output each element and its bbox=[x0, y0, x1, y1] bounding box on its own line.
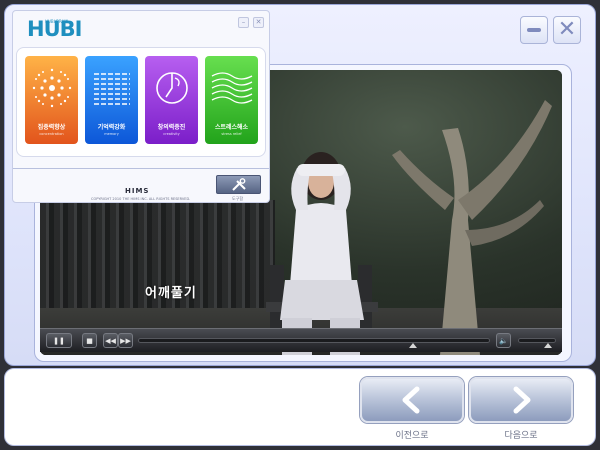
close-icon: ✕ bbox=[557, 17, 577, 42]
tile-creativity[interactable]: 창의력증진 creativity bbox=[145, 56, 198, 144]
speaker-icon: 🔈 bbox=[499, 336, 508, 345]
progress-bar[interactable] bbox=[138, 338, 490, 343]
tile-label: 스트레스해소 bbox=[214, 124, 249, 131]
toolbox-label: 도구함 bbox=[232, 196, 244, 201]
hims-brand: HIMS bbox=[125, 187, 150, 195]
tile-label: 집중력향상 bbox=[37, 124, 66, 131]
tile-label: 창의력증진 bbox=[157, 124, 186, 131]
close-button[interactable]: ✕ bbox=[553, 16, 581, 44]
panel-divider bbox=[13, 168, 269, 169]
volume-button[interactable]: 🔈 bbox=[496, 333, 511, 348]
next-button[interactable] bbox=[469, 377, 573, 423]
rewind-icon: ◀◀ bbox=[105, 336, 116, 345]
tile-sublabel: creativity bbox=[163, 132, 180, 136]
tile-stress-relief[interactable]: 스트레스해소 stress relief bbox=[205, 56, 258, 144]
fast-forward-button[interactable]: ▶▶ bbox=[118, 333, 133, 348]
chevron-left-icon bbox=[402, 386, 420, 414]
panel-close-button[interactable]: ✕ bbox=[253, 17, 264, 28]
tile-sublabel: stress relief bbox=[221, 132, 242, 136]
previous-button[interactable] bbox=[360, 377, 464, 423]
stop-icon: ■ bbox=[86, 336, 93, 345]
logo-subtext: HUBI BRAIN bbox=[45, 19, 69, 24]
waves-icon bbox=[211, 72, 252, 104]
tile-sublabel: concentration bbox=[39, 132, 64, 136]
previous-label: 이전으로 bbox=[395, 431, 429, 441]
clock-face-icon bbox=[155, 72, 188, 104]
hubi-menu-panel: HUBI HUBI BRAIN – ✕ 집중력향상 concentration … bbox=[12, 10, 270, 203]
stop-button[interactable]: ■ bbox=[82, 333, 97, 348]
progress-thumb[interactable] bbox=[408, 343, 417, 348]
fast-forward-icon: ▶▶ bbox=[120, 336, 131, 345]
pause-icon: ❚❚ bbox=[53, 336, 65, 345]
volume-thumb[interactable] bbox=[544, 343, 553, 348]
minimize-icon: – bbox=[241, 18, 246, 26]
sunburst-icon bbox=[32, 68, 71, 108]
toolbox-button[interactable] bbox=[216, 175, 261, 194]
program-tiles: 집중력향상 concentration 기억력강화 memory 창의력증진 c… bbox=[16, 47, 266, 157]
tile-label: 기억력강화 bbox=[97, 124, 126, 131]
copyright-text: COPYRIGHT 2010 THE HIMS INC. ALL RIGHTS … bbox=[91, 197, 191, 201]
chevron-right-icon bbox=[513, 386, 531, 414]
close-icon: ✕ bbox=[255, 18, 262, 26]
video-subtitle: 어깨풀기 bbox=[145, 286, 197, 301]
tile-concentration[interactable]: 집중력향상 concentration bbox=[25, 56, 78, 144]
next-label: 다음으로 bbox=[504, 431, 538, 441]
video-controls: ❚❚ ■ ◀◀ ▶▶ 🔈 bbox=[40, 328, 562, 352]
play-pause-button[interactable]: ❚❚ bbox=[46, 333, 72, 348]
panel-minimize-button[interactable]: – bbox=[238, 17, 249, 28]
rewind-button[interactable]: ◀◀ bbox=[103, 333, 118, 348]
hubi-logo: HUBI HUBI BRAIN bbox=[27, 19, 82, 40]
grid-lines-icon bbox=[93, 73, 130, 105]
tile-sublabel: memory bbox=[104, 132, 119, 136]
minimize-button[interactable] bbox=[520, 16, 548, 44]
minimize-icon bbox=[527, 28, 541, 32]
tools-icon bbox=[231, 177, 246, 191]
tile-memory[interactable]: 기억력강화 memory bbox=[85, 56, 138, 144]
